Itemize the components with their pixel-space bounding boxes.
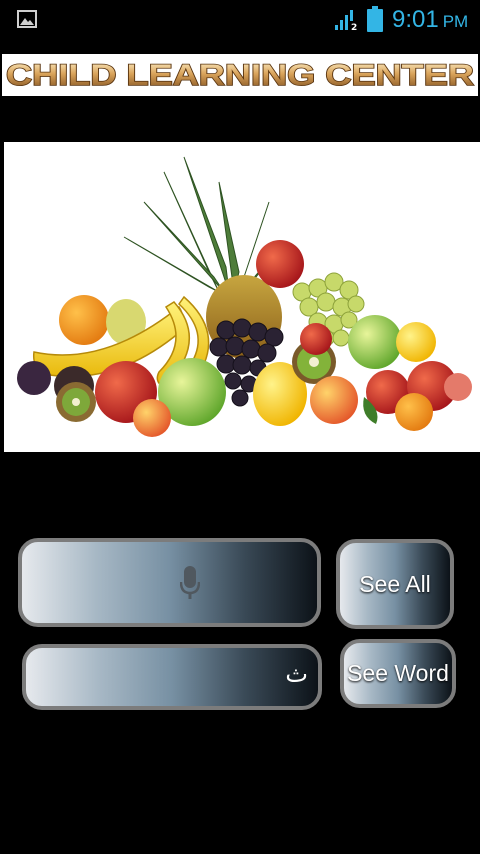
signal-icon: 2 (335, 10, 358, 31)
microphone-icon[interactable] (180, 566, 200, 600)
see-all-label: See All (359, 570, 431, 597)
status-clock: 9:01 PM (392, 6, 468, 36)
status-ampm: PM (442, 12, 469, 31)
word-input-value: ث (285, 660, 308, 688)
gallery-icon (17, 10, 37, 28)
see-all-button[interactable]: See All (336, 539, 454, 629)
banner-logo: CHILD LEARNING CENTER (5, 58, 475, 93)
app-banner: CHILD LEARNING CENTER (2, 54, 478, 96)
word-input-field[interactable]: ث (22, 644, 322, 710)
see-word-label: See Word (347, 660, 449, 686)
fruit-basket-photo (4, 142, 480, 452)
status-time: 9:01 (392, 6, 439, 33)
battery-icon (367, 6, 383, 32)
see-word-button[interactable]: See Word (340, 639, 456, 708)
voice-input-field[interactable] (18, 538, 321, 627)
svg-text:2: 2 (351, 23, 357, 31)
status-bar: 2 9:01 PM (0, 0, 480, 38)
banner-title: CHILD LEARNING CENTER (6, 59, 474, 92)
